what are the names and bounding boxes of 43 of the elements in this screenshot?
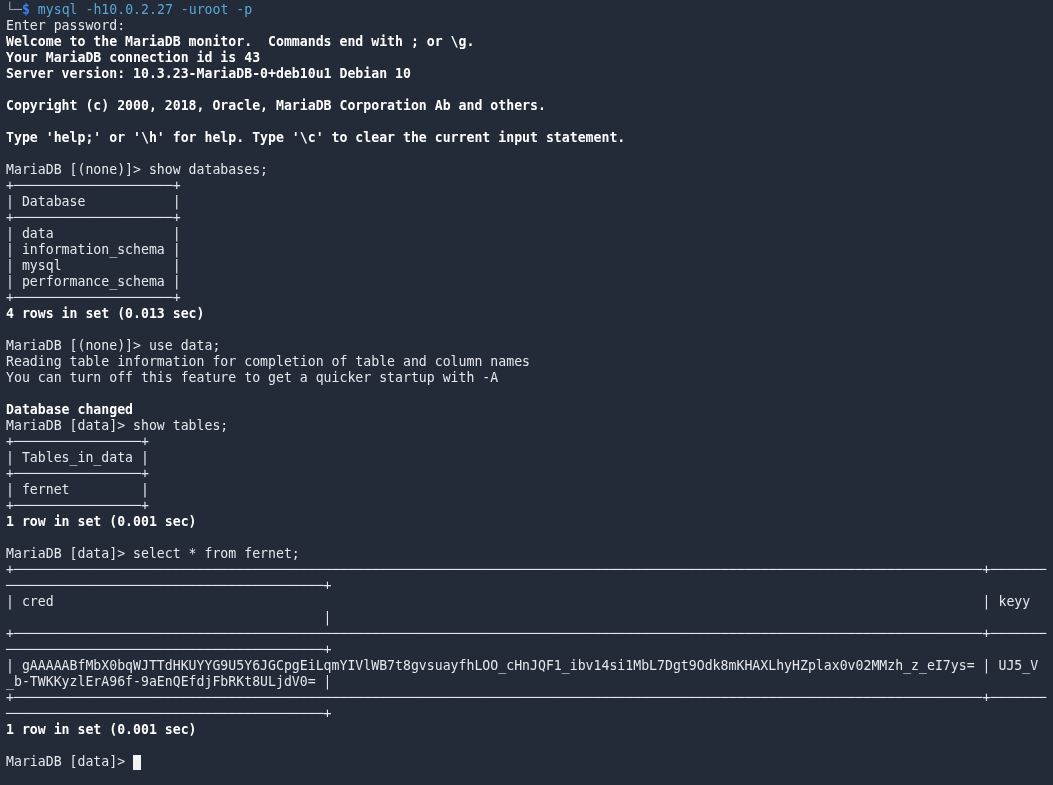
table-border: ────────────────────────────────────────+	[6, 706, 332, 721]
terminal-output: Database changed	[6, 402, 134, 417]
terminal-output: | performance_schema |	[6, 274, 181, 289]
sql-prompt: MariaDB [data]>	[6, 754, 127, 770]
sql-prompt: MariaDB [data]> show tables;	[6, 418, 229, 434]
prompt-corner: └─	[6, 2, 22, 18]
terminal-output: | cred | keyy	[6, 594, 1031, 609]
terminal-output: Welcome to the MariaDB monitor. Commands end with ; or \g.	[6, 34, 475, 49]
table-border: +──────────────────────────────────────────────────────────────────────────────────────────────────────────────────────────+───────	[6, 690, 1047, 705]
table-border: +──────────────────────────────────────────────────────────────────────────────────────────────────────────────────────────+───────	[6, 626, 1047, 641]
table-border: +────────────────+	[6, 434, 149, 449]
terminal-output: Your MariaDB connection id is 43	[6, 50, 261, 65]
table-border: +────────────────────+	[6, 210, 181, 225]
table-border: +────────────────────+	[6, 290, 181, 305]
terminal-output: | Tables_in_data |	[6, 450, 149, 465]
terminal-output: 1 row in set (0.001 sec)	[6, 514, 197, 529]
terminal-output: _b-TWKKyzlErA96f-9aEnQEfdjFbRKt8ULjdV0= |	[6, 674, 332, 689]
table-border: +──────────────────────────────────────────────────────────────────────────────────────────────────────────────────────────+───────	[6, 562, 1047, 577]
terminal-output: |	[322, 610, 332, 625]
terminal-output: Copyright (c) 2000, 2018, Oracle, MariaDB Corporation Ab and others.	[6, 98, 546, 113]
terminal-output: 4 rows in set (0.013 sec)	[6, 306, 205, 321]
terminal-output: | gAAAAABfMbX0bqWJTTdHKUYYG9U5Y6JGCpgEiLqmYIVlWB7t8gvsuayfhLOO_cHnJQF1_ibv14si1MbL7Dgt9Odk8mKHAXLhyHZplax0v02MMzh_z_eI7ys= | UJ5_V	[6, 658, 1039, 673]
terminal-output: | information_schema |	[6, 242, 181, 257]
terminal-output: Type 'help;' or '\h' for help. Type '\c' to clear the current input statement.	[6, 130, 626, 145]
table-border: +────────────────+	[6, 466, 149, 481]
table-border: +────────────────+	[6, 498, 149, 513]
terminal-output: Reading table information for completion of table and column names	[6, 354, 530, 369]
prompt-sign: $	[21, 2, 30, 18]
terminal-output: | fernet |	[6, 482, 149, 497]
sql-prompt: MariaDB [(none)]> use data;	[6, 338, 221, 354]
table-border: ────────────────────────────────────────+	[6, 578, 332, 593]
terminal-output: Server version: 10.3.23-MariaDB-0+deb10u1 Debian 10	[6, 66, 411, 81]
table-border: +────────────────────+	[6, 178, 181, 193]
shell-command: mysql -h10.0.2.27 -uroot -p	[37, 2, 253, 18]
terminal-output: | mysql |	[6, 258, 181, 273]
terminal-output: Enter password:	[6, 18, 126, 33]
table-border: ────────────────────────────────────────+	[6, 642, 332, 657]
terminal-output: | data |	[6, 226, 181, 241]
terminal-output: | Database |	[6, 194, 181, 209]
sql-prompt: MariaDB [data]> select * from fernet;	[6, 546, 300, 562]
terminal-output: You can turn off this feature to get a quicker startup with -A	[6, 370, 499, 385]
terminal-output: 1 row in set (0.001 sec)	[6, 722, 197, 737]
sql-prompt: MariaDB [(none)]> show databases;	[6, 162, 268, 178]
